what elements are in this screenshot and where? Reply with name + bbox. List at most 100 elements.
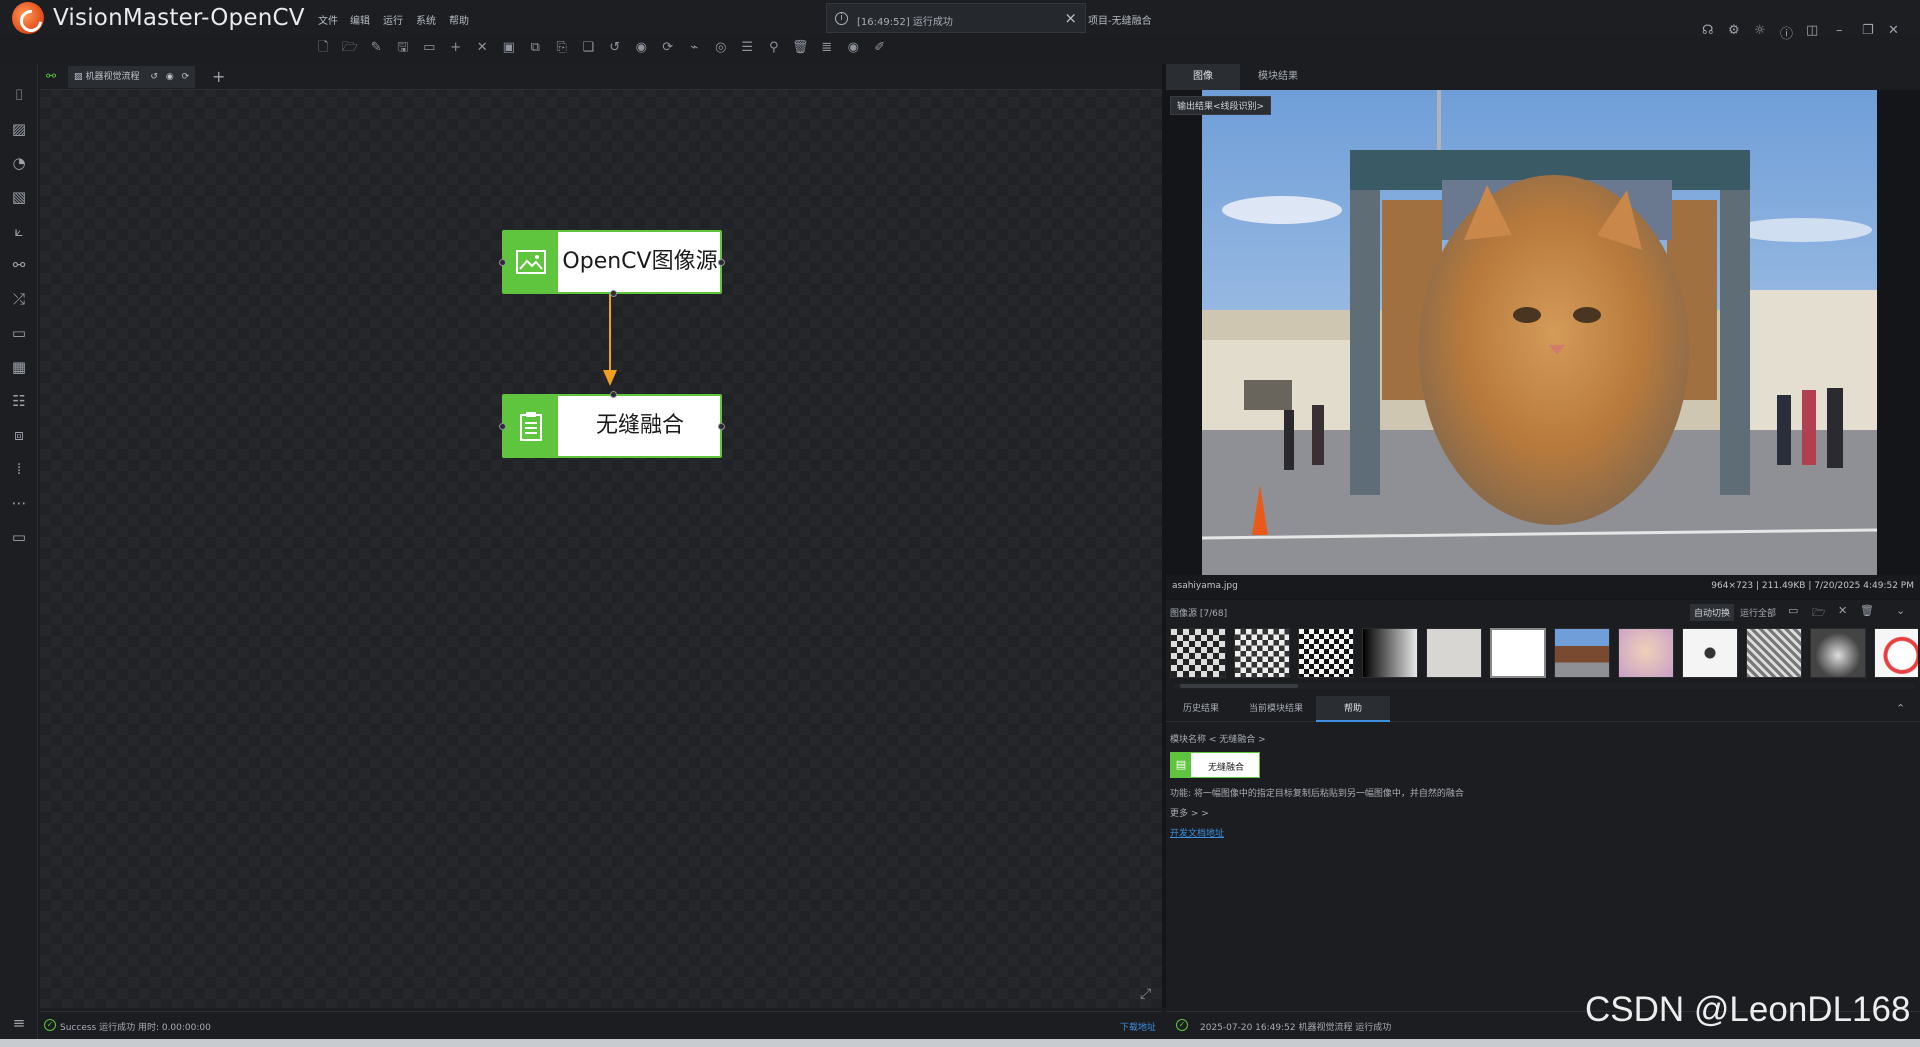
doc-link[interactable]: 开发文档地址 (1170, 826, 1224, 839)
tab-current-module[interactable]: 当前模块结果 (1236, 696, 1316, 722)
add-icon[interactable]: + (443, 38, 470, 58)
refresh-icon[interactable]: ⟳ (182, 72, 190, 82)
share-icon[interactable]: ⚯ (46, 69, 56, 83)
paste-icon[interactable]: ⧉ (522, 38, 549, 58)
eye-icon[interactable]: ◉ (840, 38, 867, 58)
layout-icon[interactable]: ◫ (1806, 23, 1818, 38)
tab-history[interactable]: 历史结果 (1166, 696, 1236, 722)
more-link[interactable]: 更多 > > (1170, 806, 1209, 819)
about-icon[interactable]: ⓘ (1780, 23, 1793, 42)
scrollbar-thumb[interactable] (1180, 684, 1298, 688)
port-bottom[interactable] (610, 290, 617, 297)
align-icon[interactable]: ☰ (734, 38, 761, 58)
expand-icon[interactable]: ⤢ (1140, 986, 1151, 1002)
thumbnail[interactable] (1426, 628, 1482, 678)
calendar-icon[interactable]: ▦ (8, 356, 30, 378)
thumbnail[interactable] (1170, 628, 1226, 678)
measure-icon[interactable]: ⟀ (8, 220, 30, 242)
view-icon[interactable]: ◎ (708, 38, 735, 58)
monitor-icon[interactable]: ▭ (8, 526, 30, 548)
close-window-icon[interactable]: ✕ (1888, 23, 1899, 38)
record-icon[interactable]: ◉ (628, 38, 655, 58)
graph-icon[interactable]: ⚯ (8, 254, 30, 276)
node-seamless-clone[interactable]: 无缝融合 (499, 391, 725, 458)
tab-flow[interactable]: ▨ 机器视觉流程 ↺ ◉ ⟳ (68, 66, 196, 88)
menu-run[interactable]: 运行 (383, 12, 403, 27)
thumbnail[interactable] (1874, 628, 1918, 678)
thumbnail-scrollbar[interactable] (1174, 683, 1914, 689)
menu-edit[interactable]: 编辑 (350, 12, 370, 27)
port-top[interactable] (610, 391, 617, 398)
trash-icon[interactable]: 🗑 (787, 38, 814, 58)
menu-help[interactable]: 帮助 (449, 12, 469, 27)
trash-icon[interactable]: 🗑 (1860, 604, 1874, 617)
image-viewer[interactable]: 输出结果<线段识别> asahiyama.jpg 964×723 | 211.4… (1166, 90, 1920, 600)
restore-icon[interactable]: ❐ (1862, 23, 1874, 38)
image-icon[interactable]: ▨ (8, 118, 30, 140)
thumbnail[interactable] (1682, 628, 1738, 678)
table-icon[interactable]: ☷ (8, 390, 30, 412)
port-left[interactable] (499, 423, 506, 430)
pen-icon[interactable]: ✐ (867, 38, 894, 58)
brush-icon[interactable]: ⌁ (681, 38, 708, 58)
list-icon[interactable]: ≣ (814, 38, 841, 58)
theme-icon[interactable]: ☼ (1754, 23, 1766, 38)
tab-help[interactable]: 帮助 (1316, 696, 1390, 722)
thumbnail[interactable] (1618, 628, 1674, 678)
port-left[interactable] (499, 259, 506, 266)
flow-canvas[interactable]: OpenCV图像源 无缝融合 ⤢ (40, 64, 1162, 1008)
thumbnail[interactable] (1490, 628, 1546, 678)
chevron-down-icon[interactable]: ⌄ (1896, 604, 1905, 617)
save-icon[interactable]: 🖫 (390, 38, 417, 58)
new-file-icon[interactable]: 🗋 (310, 38, 337, 58)
export-icon[interactable]: ⎘ (549, 38, 576, 58)
collapse-icon[interactable]: ⌃ (1896, 702, 1905, 715)
node-opencv-image-source[interactable]: OpenCV图像源 (499, 230, 725, 297)
download-link[interactable]: 下载地址 (1120, 1020, 1156, 1033)
support-icon[interactable]: ☊ (1702, 23, 1714, 38)
minimize-icon[interactable]: – (1836, 23, 1843, 38)
menu-icon[interactable]: ≡ (8, 1012, 30, 1034)
shuffle-icon[interactable]: ⤮ (8, 288, 30, 310)
thumbnail[interactable] (1554, 628, 1610, 678)
copy-icon[interactable]: ▣ (496, 38, 523, 58)
auto-switch-button[interactable]: 自动切换 (1690, 604, 1735, 621)
barcode-icon[interactable]: ⦙ (8, 458, 30, 480)
duplicate-icon[interactable]: ❏ (575, 38, 602, 58)
plugin-icon[interactable]: ⧈ (8, 424, 30, 446)
thumbnail[interactable] (1234, 628, 1290, 678)
filter-icon[interactable]: ▧ (8, 186, 30, 208)
open-folder-icon[interactable]: 🗁 (1812, 604, 1826, 623)
open-folder-icon[interactable]: 🗁 (337, 38, 364, 58)
ocr-icon[interactable]: ▭ (8, 322, 30, 344)
tab-module-result[interactable]: 模块结果 (1240, 64, 1316, 90)
port-right[interactable] (718, 423, 725, 430)
comment-icon[interactable]: ▭ (416, 38, 443, 58)
menu-system[interactable]: 系统 (416, 12, 436, 27)
close-icon[interactable]: ✕ (1838, 604, 1847, 617)
thumbnail[interactable] (1362, 628, 1418, 678)
delete-icon[interactable]: ✕ (469, 38, 496, 58)
more-icon[interactable]: ⋯ (8, 492, 30, 514)
edit-icon[interactable]: ✎ (363, 38, 390, 58)
close-icon[interactable]: × (1064, 9, 1077, 27)
record-icon[interactable]: ◉ (166, 72, 174, 82)
camera-icon[interactable]: ⌷ (8, 84, 30, 106)
thumbnail[interactable] (1746, 628, 1802, 678)
tab-image[interactable]: 图像 (1166, 64, 1240, 90)
thumbnail[interactable] (1298, 628, 1354, 678)
tab-label: 机器视觉流程 (85, 72, 140, 82)
add-tab-icon[interactable]: + (212, 67, 225, 86)
refresh-icon[interactable]: ⟳ (655, 38, 682, 58)
zoom-icon[interactable]: ⚲ (761, 38, 788, 58)
settings-icon[interactable]: ⚙ (1728, 23, 1740, 38)
watermark: CSDN @LeonDL168 (1585, 990, 1911, 1029)
history-icon[interactable]: ↺ (150, 72, 158, 82)
menu-file[interactable]: 文件 (318, 12, 338, 27)
run-all-button[interactable]: 运行全部 (1740, 606, 1776, 619)
port-right[interactable] (718, 259, 725, 266)
palette-icon[interactable]: ◔ (8, 152, 30, 174)
comment-icon[interactable]: ▭ (1788, 604, 1798, 617)
thumbnail[interactable] (1810, 628, 1866, 678)
history-icon[interactable]: ↺ (602, 38, 629, 58)
